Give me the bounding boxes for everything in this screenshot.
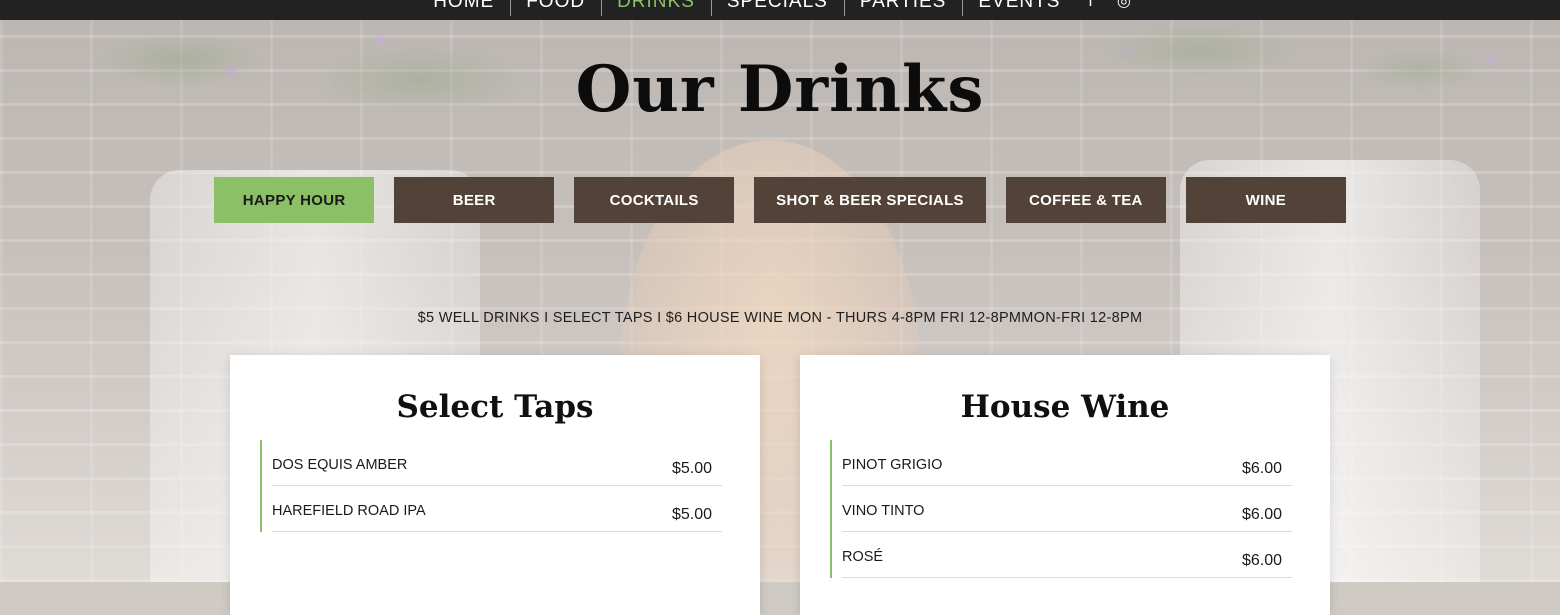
menu-item-price: $6.00: [1241, 506, 1282, 523]
card-title: Select Taps: [396, 389, 594, 425]
nav-item-food[interactable]: FOOD: [510, 0, 601, 16]
menu-item: DOS EQUIS AMBER $5.00: [272, 440, 722, 486]
top-navigation: HOME FOOD DRINKS SPECIALS PARTIES EVENTS…: [0, 0, 1560, 20]
happy-hour-promo-text: $5 WELL DRINKS I SELECT TAPS I $6 HOUSE …: [417, 309, 1143, 326]
drink-category-tabs: HAPPY HOUR BEER COCKTAILS SHOT & BEER SP…: [0, 177, 1560, 223]
nav-item-parties[interactable]: PARTIES: [843, 0, 963, 16]
menu-item-price: $5.00: [671, 506, 712, 523]
drinks-section: Our Drinks HAPPY HOUR BEER COCKTAILS SHO…: [0, 0, 1560, 615]
menu-item-name: HAREFIELD ROAD IPA: [272, 503, 426, 519]
menu-item-name: VINO TINTO: [842, 503, 925, 519]
menu-item-name: PINOT GRIGIO: [842, 457, 943, 473]
tab-beer[interactable]: BEER: [394, 177, 555, 223]
page-title: Our Drinks: [575, 52, 985, 127]
instagram-icon[interactable]: ◎: [1105, 0, 1143, 14]
menu-item-price: $6.00: [1241, 460, 1282, 477]
tab-cocktails[interactable]: COCKTAILS: [574, 177, 735, 223]
nav-item-events[interactable]: EVENTS: [962, 0, 1076, 16]
tab-happy-hour[interactable]: HAPPY HOUR: [214, 177, 375, 223]
card-title: House Wine: [960, 389, 1170, 425]
menu-item-list: PINOT GRIGIO $6.00 VINO TINTO $6.00 ROSÉ…: [830, 440, 1292, 578]
menu-item-price: $6.00: [1241, 552, 1282, 569]
nav-item-drinks[interactable]: DRINKS: [601, 0, 711, 16]
menu-item-list: DOS EQUIS AMBER $5.00 HAREFIELD ROAD IPA…: [260, 440, 722, 532]
menu-item-name: ROSÉ: [842, 549, 884, 565]
menu-card-select-taps: Select Taps DOS EQUIS AMBER $5.00 HAREFI…: [230, 355, 760, 615]
menu-item-price: $5.00: [671, 460, 712, 477]
menu-item: VINO TINTO $6.00: [842, 486, 1292, 532]
tab-coffee-tea[interactable]: COFFEE & TEA: [1005, 177, 1166, 223]
menu-item: PINOT GRIGIO $6.00: [842, 440, 1292, 486]
nav-item-specials[interactable]: SPECIALS: [710, 0, 844, 16]
nav-item-home[interactable]: HOME: [417, 0, 510, 14]
menu-card-house-wine: House Wine PINOT GRIGIO $6.00 VINO TINTO…: [800, 355, 1330, 615]
menu-item: ROSÉ $6.00: [842, 532, 1292, 578]
menu-item-name: DOS EQUIS AMBER: [272, 457, 408, 473]
tab-shot-beer-specials[interactable]: SHOT & BEER SPECIALS: [754, 177, 986, 223]
tab-wine[interactable]: WINE: [1185, 177, 1346, 223]
menu-item: HAREFIELD ROAD IPA $5.00: [272, 486, 722, 532]
facebook-icon[interactable]: f: [1076, 0, 1104, 14]
